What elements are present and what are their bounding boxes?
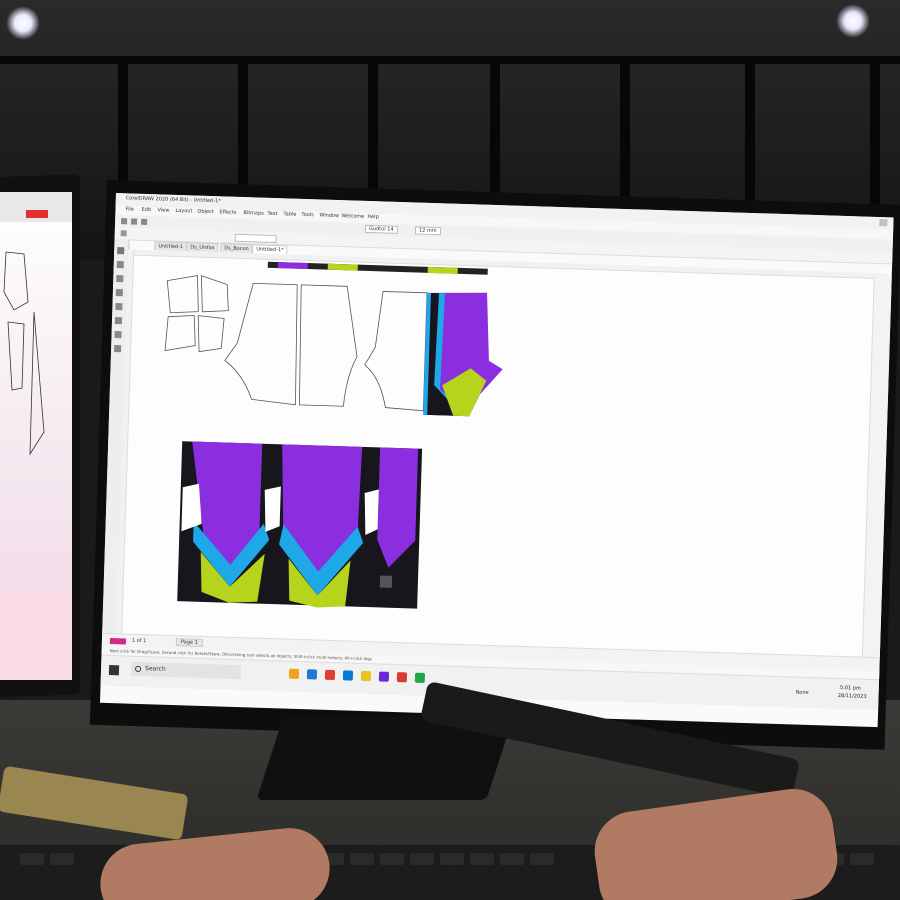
- property-icon[interactable]: [120, 230, 127, 237]
- zoom-tool-icon[interactable]: [115, 289, 123, 297]
- menu-welcome[interactable]: Welcome: [341, 213, 364, 220]
- page-indicator: 1 of 1: [131, 637, 147, 645]
- drawing-canvas[interactable]: [115, 249, 888, 664]
- shape-tool-icon[interactable]: [116, 261, 124, 269]
- font-name-field[interactable]: Gudtol 14: [364, 224, 398, 234]
- keyboard-key: [530, 853, 554, 865]
- menu-effects[interactable]: Effects: [219, 209, 236, 216]
- window-title: CorelDRAW 2020 (64 Bit) - Untitled-1*: [125, 195, 221, 205]
- menu-window[interactable]: Window: [319, 212, 339, 219]
- printed-panel-right: [423, 292, 503, 417]
- pattern-piece: [201, 275, 229, 313]
- taskbar-date: 28/11/2023: [837, 692, 867, 700]
- color-swatch[interactable]: [109, 638, 127, 645]
- keyboard-key: [350, 853, 374, 865]
- app-icon[interactable]: [378, 671, 390, 682]
- pick-tool-icon[interactable]: [117, 247, 125, 255]
- menu-edit[interactable]: Edit: [141, 207, 151, 213]
- taskbar-time: 5:01 pm: [839, 684, 861, 692]
- pattern-outlines: [164, 275, 428, 412]
- menu-object[interactable]: Object: [197, 209, 213, 216]
- main-monitor-screen: CorelDRAW 2020 (64 Bit) - Untitled-1* Fi…: [99, 193, 894, 728]
- wall-post: [870, 56, 880, 226]
- shorts-panel-outline: [224, 282, 298, 406]
- ceiling-light: [6, 6, 40, 40]
- color-strip-lime: [427, 266, 458, 274]
- ellipse-tool-icon[interactable]: [114, 331, 122, 339]
- status-right-label: None: [795, 689, 809, 697]
- windows-start-icon[interactable]: [108, 665, 120, 676]
- menu-table[interactable]: Table: [283, 211, 296, 217]
- menu-bitmaps[interactable]: Bitmaps: [243, 210, 264, 217]
- menu-text[interactable]: Text: [267, 211, 277, 217]
- new-file-icon[interactable]: [121, 218, 128, 225]
- store-icon[interactable]: [342, 670, 354, 681]
- keyboard-key: [20, 853, 44, 865]
- left-monitor-screen: [0, 192, 72, 680]
- keyboard-key: [410, 853, 434, 865]
- selection-handle[interactable]: [379, 575, 393, 588]
- keyboard-key: [500, 853, 524, 865]
- photo-scene: CorelDRAW 2020 (64 Bit) - Untitled-1* Fi…: [0, 0, 900, 900]
- keyboard-key: [470, 853, 494, 865]
- pattern-piece: [164, 315, 196, 352]
- pattern-piece: [197, 315, 225, 353]
- menu-view[interactable]: View: [157, 207, 169, 213]
- save-icon[interactable]: [141, 218, 148, 225]
- keyboard-key: [440, 853, 464, 865]
- page-tab[interactable]: Page 1: [175, 638, 203, 647]
- color-strip-lime: [327, 263, 358, 271]
- keyboard-key: [380, 853, 404, 865]
- canvas-artwork: [164, 261, 503, 609]
- freehand-tool-icon[interactable]: [115, 303, 123, 311]
- keyboard-key: [850, 853, 874, 865]
- search-placeholder: Search: [144, 665, 166, 673]
- menu-layout[interactable]: Layout: [175, 208, 192, 215]
- text-tool-icon[interactable]: [114, 345, 122, 353]
- menu-help[interactable]: Help: [367, 214, 379, 220]
- shorts-panel-outline: [364, 291, 428, 412]
- ceiling-light: [836, 4, 870, 38]
- whatsapp-icon[interactable]: [414, 672, 426, 683]
- keyboard-key: [50, 853, 74, 865]
- coreldraw-icon[interactable]: [396, 672, 408, 683]
- menu-file[interactable]: File: [125, 206, 134, 212]
- edge-icon[interactable]: [306, 669, 318, 680]
- wall-railing: [0, 56, 900, 64]
- office-icon[interactable]: [324, 669, 336, 681]
- crop-tool-icon[interactable]: [116, 275, 124, 283]
- pattern-piece: [166, 275, 199, 314]
- nudge-distance-field[interactable]: 12 mm: [414, 226, 441, 236]
- printed-panel-set: [177, 441, 423, 609]
- folder-icon[interactable]: [360, 670, 372, 682]
- pattern-sketch: [0, 192, 72, 680]
- menu-tools[interactable]: Tools: [301, 212, 314, 218]
- close-window-icon[interactable]: [879, 218, 888, 227]
- shorts-panel-outline: [299, 284, 358, 407]
- color-strip-purple: [277, 262, 308, 270]
- search-icon: [134, 665, 142, 673]
- rectangle-tool-icon[interactable]: [114, 317, 123, 325]
- property-field[interactable]: [234, 233, 277, 244]
- open-file-icon[interactable]: [131, 218, 138, 225]
- file-explorer-icon[interactable]: [288, 668, 300, 679]
